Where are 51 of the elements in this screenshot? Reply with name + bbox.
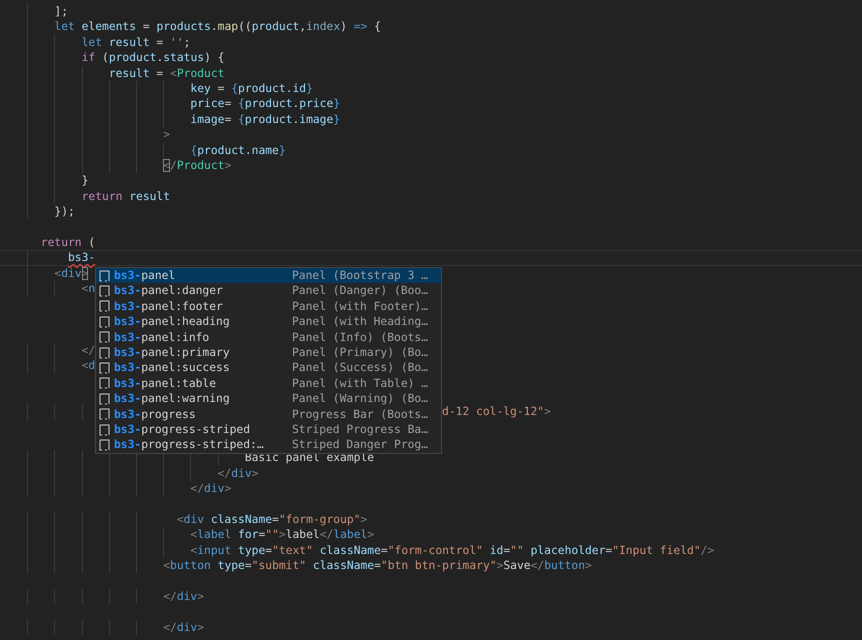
suggestion-item[interactable]: bs3-panel:footer Panel (with Footer)… [96,298,441,314]
snippet-icon [99,392,110,405]
suggestion-item[interactable]: bs3-panel:table Panel (with Table) … [96,376,441,392]
code-text: <d [82,358,96,374]
snippet-icon [99,438,110,451]
code-text: </div> [218,466,258,482]
code-text: bs3- [68,250,96,266]
code-text: if (product.status) { [82,50,224,66]
code-text: price= {product.price} [190,96,340,112]
suggestion-item[interactable]: bs3-progress Progress Bar (Boots… [96,406,441,422]
code-text: let elements = products.map((product,index) => { [54,19,381,35]
code-text: </div> [190,481,232,497]
suggestion-item[interactable]: bs3-panel:danger Panel (Danger) (Boo… [96,283,441,299]
code-text: </div> [163,620,204,636]
code-text: return result [82,188,170,204]
code-text: <input type="text" className="form-control" id="" placeholder="Input field"/> [190,542,714,558]
code-text: {product.name} [190,142,286,158]
code-text: ]; [54,4,68,20]
suggestion-item[interactable]: bs3-panel:success Panel (Success) (Bo… [96,360,441,376]
code-text: let result = ''; [82,34,190,50]
snippet-icon [99,300,110,312]
snippet-icon [99,316,110,328]
code-text: > [163,127,170,143]
snippet-icon [99,285,110,298]
suggestion-item[interactable]: bs3-panel:info Panel (Info) (Boots… [96,330,441,345]
code-text: result = <Product [108,66,224,81]
code-text: <button type="submit" className="btn btn-primary">Save</button> [163,558,592,574]
code-text: return ( [40,234,96,250]
snippet-icon [99,270,110,282]
code-text: image= {product.image} [190,112,340,128]
suggestion-item[interactable]: bs3-progress-striped:… Striped Danger Prog… [96,437,441,453]
snippet-icon [99,408,110,420]
code-text: </ [82,342,96,358]
code-text: </div> [163,588,204,604]
code-text: }); [54,204,75,220]
suggestion-item[interactable]: bs3-progress-striped Striped Progress Ba… [96,422,441,438]
suggestion-item[interactable]: bs3-panel:primary Panel (Primary) (Bo… [96,344,441,360]
snippet-icon [99,424,110,436]
snippet-icon [99,331,110,344]
code-text: <div className="form-group"> [176,512,368,528]
suggestion-item[interactable]: bs3-panel:heading Panel (with Heading… [96,314,441,330]
code-text: key = {product.id} [190,80,313,96]
code-text: d-12 col-lg-12"> [442,404,551,420]
snippet-icon [99,346,110,359]
suggestion-item[interactable]: bs3-panel Panel (Bootstrap 3 … [96,268,441,284]
suggestion-item[interactable]: bs3-panel:warning Panel (Warning) (Bo… [96,391,441,407]
snippet-icon [99,377,110,390]
code-text: <n [82,281,96,296]
snippet-icon [99,362,110,374]
code-text: } [82,173,88,189]
code-text: <label for="">label</label> [190,527,374,543]
